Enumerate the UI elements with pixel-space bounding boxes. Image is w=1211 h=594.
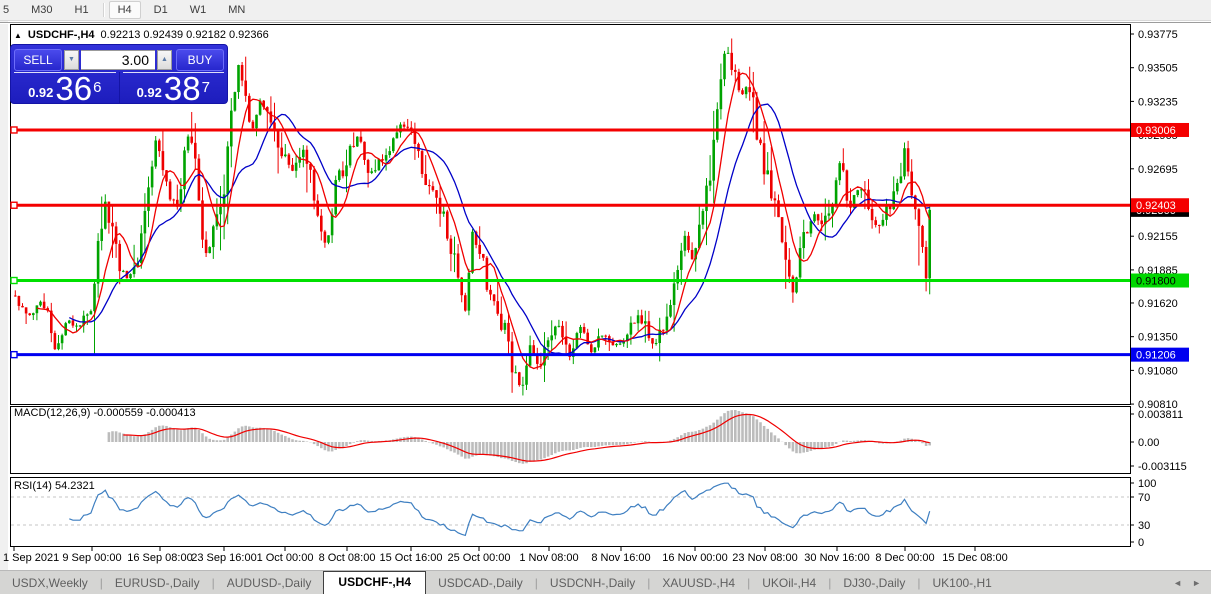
spinner-down-icon: ▼ <box>68 56 75 63</box>
svg-text:0.93235: 0.93235 <box>1138 96 1178 108</box>
sell-price-big: 36 <box>55 70 93 107</box>
tab-usdcad-daily[interactable]: USDCAD-,Daily <box>426 573 535 594</box>
tab-audusd-daily[interactable]: AUDUSD-,Daily <box>215 573 324 594</box>
volume-input[interactable] <box>81 49 155 70</box>
sell-price-display[interactable]: 0.92 36 6 <box>14 70 116 107</box>
macd-label: MACD(12,26,9) -0.000559 -0.000413 <box>14 407 196 419</box>
tab-xauusd-h4[interactable]: XAUUSD-,H4 <box>650 573 747 594</box>
svg-text:1 Nov 08:00: 1 Nov 08:00 <box>519 552 578 564</box>
sell-price-pip: 6 <box>93 79 102 96</box>
buy-price-big: 38 <box>163 70 201 107</box>
svg-text:100: 100 <box>1138 478 1156 490</box>
spinner-up-icon: ▲ <box>161 56 168 63</box>
volume-increase-button[interactable]: ▲ <box>157 49 172 70</box>
svg-text:16 Sep 08:00: 16 Sep 08:00 <box>127 552 192 564</box>
svg-text:70: 70 <box>1138 492 1150 504</box>
rsi-label: RSI(14) 54.2321 <box>14 480 95 492</box>
tab-usdcnh-daily[interactable]: USDCNH-,Daily <box>538 573 647 594</box>
sell-button[interactable]: SELL <box>14 48 62 71</box>
tab-scroll-left-icon[interactable]: ◄ <box>1173 578 1182 588</box>
buy-price-display[interactable]: 0.92 38 7 <box>122 70 224 107</box>
tab-eurusd-daily[interactable]: EURUSD-,Daily <box>103 573 212 594</box>
timeframe-h1[interactable]: H1 <box>66 1 98 19</box>
svg-text:0.91206: 0.91206 <box>1136 350 1176 362</box>
svg-text:23 Sep 16:00: 23 Sep 16:00 <box>191 552 256 564</box>
svg-text:25 Oct 00:00: 25 Oct 00:00 <box>448 552 511 564</box>
svg-text:23 Nov 08:00: 23 Nov 08:00 <box>732 552 797 564</box>
timeframe-toolbar: 5 M30 H1 H4 D1 W1 MN <box>0 0 1211 21</box>
svg-text:0.91080: 0.91080 <box>1138 365 1178 377</box>
svg-text:8 Nov 16:00: 8 Nov 16:00 <box>591 552 650 564</box>
tab-usdx-weekly[interactable]: USDX,Weekly <box>0 573 100 594</box>
svg-text:0.003811: 0.003811 <box>1138 409 1183 421</box>
timeframe-mn[interactable]: MN <box>219 1 254 19</box>
svg-text:15 Oct 16:00: 15 Oct 16:00 <box>380 552 443 564</box>
svg-text:9 Sep 00:00: 9 Sep 00:00 <box>62 552 121 564</box>
chart-title: USDCHF-,H4 <box>27 29 95 41</box>
svg-text:0.92695: 0.92695 <box>1138 164 1178 176</box>
toolbar-separator <box>102 3 104 17</box>
svg-text:0.92155: 0.92155 <box>1138 231 1178 243</box>
timeframe-m30[interactable]: M30 <box>22 1 61 19</box>
svg-text:8 Oct 08:00: 8 Oct 08:00 <box>319 552 376 564</box>
svg-text:8 Dec 00:00: 8 Dec 00:00 <box>875 552 934 564</box>
price-divider <box>118 72 120 104</box>
tab-dj30-daily[interactable]: DJ30-,Daily <box>831 573 917 594</box>
svg-text:0.91800: 0.91800 <box>1136 276 1176 288</box>
volume-decrease-button[interactable]: ▼ <box>64 49 79 70</box>
buy-price-prefix: 0.92 <box>136 85 162 100</box>
chart-tab-bar: USDX,Weekly | EURUSD-,Daily | AUDUSD-,Daily U… <box>0 570 1211 594</box>
svg-text:0.91620: 0.91620 <box>1138 298 1178 310</box>
svg-text:0.93006: 0.93006 <box>1136 125 1176 137</box>
sell-price-prefix: 0.92 <box>28 85 54 100</box>
timeframe-m15-partial[interactable]: 5 <box>0 1 18 19</box>
svg-text:16 Nov 00:00: 16 Nov 00:00 <box>662 552 727 564</box>
svg-text:15 Dec 08:00: 15 Dec 08:00 <box>942 552 1007 564</box>
timeframe-h4[interactable]: H4 <box>108 1 141 19</box>
buy-price-pip: 7 <box>201 79 210 96</box>
svg-text:30 Nov 16:00: 30 Nov 16:00 <box>804 552 869 564</box>
tab-ukoil-h4[interactable]: UKOil-,H4 <box>750 573 828 594</box>
svg-text:-0.003115: -0.003115 <box>1138 461 1187 473</box>
buy-button[interactable]: BUY <box>176 48 224 71</box>
tab-uk100-h1[interactable]: UK100-,H1 <box>920 573 1003 594</box>
svg-text:0.91350: 0.91350 <box>1138 332 1178 344</box>
chart-ohlc-values: 0.92213 0.92439 0.92182 0.92366 <box>100 29 269 41</box>
svg-text:1 Oct 00:00: 1 Oct 00:00 <box>257 552 314 564</box>
svg-text:0.92403: 0.92403 <box>1136 200 1176 212</box>
chart-header: ▲ USDCHF-,H4 0.92213 0.92439 0.92182 0.9… <box>14 29 269 41</box>
svg-text:0: 0 <box>1138 537 1144 549</box>
one-click-trading-panel: SELL ▼ ▲ BUY 0.92 36 6 0.92 38 7 <box>10 44 228 107</box>
svg-text:1 Sep 2021: 1 Sep 2021 <box>3 552 59 564</box>
svg-text:0.93775: 0.93775 <box>1138 29 1178 41</box>
tab-scroll-right-icon[interactable]: ► <box>1192 578 1201 588</box>
symbol-collapse-icon[interactable]: ▲ <box>14 31 22 40</box>
timeframe-d1[interactable]: D1 <box>145 1 177 19</box>
svg-text:30: 30 <box>1138 520 1150 532</box>
svg-text:0.93505: 0.93505 <box>1138 63 1178 75</box>
timeframe-w1[interactable]: W1 <box>181 1 216 19</box>
svg-text:0.00: 0.00 <box>1138 437 1159 449</box>
tab-usdchf-h4[interactable]: USDCHF-,H4 <box>323 571 427 594</box>
